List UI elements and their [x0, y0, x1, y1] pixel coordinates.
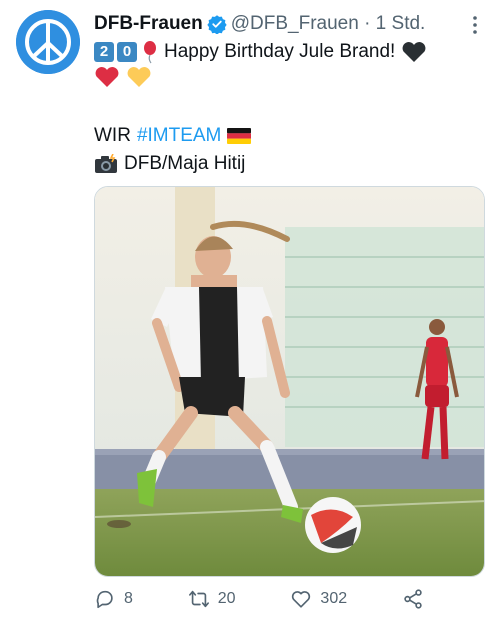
retweet-button[interactable]: 20: [188, 588, 236, 610]
share-button[interactable]: [402, 588, 424, 610]
retweet-count: 20: [217, 590, 236, 607]
yellow-heart-icon: [127, 67, 151, 87]
tweet-text-line-1: 2 0 Happy Birthday Jule Brand!: [94, 40, 427, 64]
avatar[interactable]: [16, 10, 80, 74]
reply-count: 8: [124, 590, 133, 607]
camera-flash-icon: [95, 154, 117, 173]
keycap-digit-2: 2: [94, 42, 114, 62]
keycap-digit-0: 0: [117, 42, 137, 62]
retweet-icon: [188, 590, 209, 608]
hashtag-link[interactable]: #IMTEAM: [137, 124, 221, 148]
wir-text: WIR: [94, 125, 131, 146]
photo-credit: DFB/Maja Hitij: [124, 153, 246, 174]
verified-badge-icon: [207, 15, 227, 34]
stadium-seats: [285, 227, 484, 447]
black-heart-icon: [402, 42, 426, 62]
football: [305, 497, 361, 553]
like-button[interactable]: 302: [290, 588, 347, 610]
tweet-action-bar: 8 20 302: [94, 588, 424, 610]
birthday-text: Happy Birthday Jule Brand!: [164, 41, 396, 62]
tweet-text-line-4: DFB/Maja Hitij: [94, 152, 245, 176]
red-heart-icon: [95, 67, 119, 87]
like-icon: [292, 591, 311, 608]
tweet-text-line-2: [94, 66, 152, 88]
germany-flag-icon: [227, 128, 252, 144]
handle-and-time: @DFB_Frauen · 1 Std.: [230, 13, 426, 34]
display-name[interactable]: DFB-Frauen: [94, 12, 203, 36]
more-dots-icon[interactable]: [466, 14, 484, 36]
peace-sign-icon: [16, 10, 80, 74]
tweet-text-line-3: WIR #IMTEAM: [94, 124, 252, 148]
reply-button[interactable]: 8: [94, 588, 133, 610]
tweet-photo[interactable]: [94, 186, 485, 577]
like-count: 302: [320, 590, 348, 607]
tweet-header: DFB-Frauen @DFB_Frauen · 1 Std.: [94, 12, 425, 36]
balloon-icon: [144, 41, 156, 64]
reply-icon: [96, 590, 113, 609]
share-icon: [404, 589, 422, 609]
